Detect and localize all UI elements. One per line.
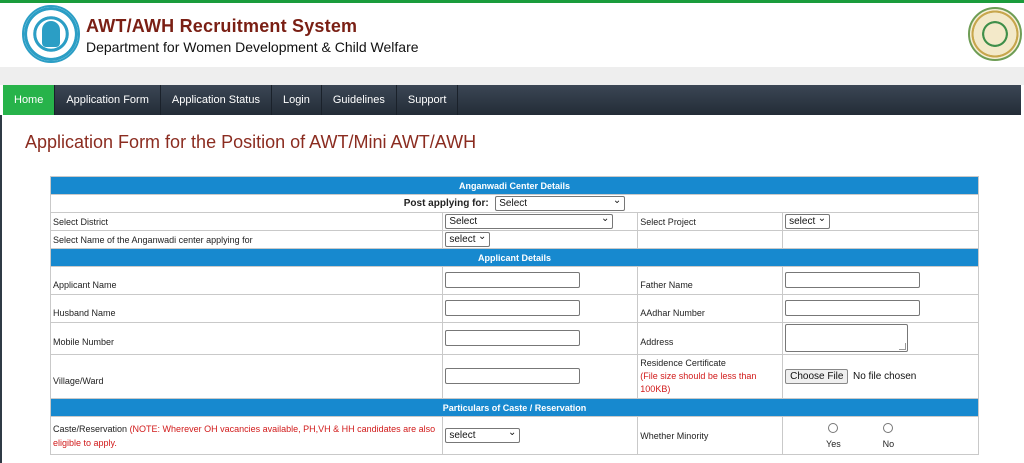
project-label: Select Project — [637, 212, 784, 231]
applicant-name-label: Applicant Name — [49, 266, 444, 295]
applicant-name-input[interactable] — [445, 271, 581, 288]
residence-label: Residence Certificate — [640, 358, 726, 368]
father-name-input[interactable] — [785, 271, 921, 288]
minority-no-radio[interactable] — [883, 422, 894, 433]
caste-select[interactable]: select — [445, 426, 521, 443]
district-select[interactable]: Select — [445, 212, 614, 229]
site-title: AWT/AWH Recruitment System — [86, 16, 358, 36]
government-emblem — [968, 7, 1022, 61]
mobile-input[interactable] — [445, 329, 581, 346]
father-name-label: Father Name — [637, 266, 784, 295]
post-row: Post applying for: Select — [50, 194, 979, 213]
aadhar-input[interactable] — [785, 299, 921, 316]
aadhar-label: AAdhar Number — [637, 294, 784, 323]
minority-no-label: No — [882, 438, 895, 449]
section-header-applicant: Applicant Details — [50, 248, 979, 267]
file-status: No file chosen — [852, 371, 917, 382]
department-logo — [22, 5, 80, 63]
minority-radio-group: Yes No — [805, 422, 915, 449]
address-label: Address — [637, 322, 784, 355]
choose-file-button[interactable]: Choose File — [785, 369, 849, 384]
nav-login[interactable]: Login — [272, 85, 322, 115]
nav-application-form[interactable]: Application Form — [55, 85, 161, 115]
minority-no-option[interactable]: No — [882, 422, 895, 449]
mobile-row: Mobile Number Address — [49, 322, 979, 355]
minority-yes-radio[interactable] — [828, 422, 839, 433]
nav-support[interactable]: Support — [397, 85, 459, 115]
village-label: Village/Ward — [49, 354, 444, 399]
husband-name-input[interactable] — [445, 299, 581, 316]
husband-name-label: Husband Name — [49, 294, 444, 323]
center-label: Select Name of the Anganwadi center appl… — [49, 230, 444, 249]
mobile-label: Mobile Number — [49, 322, 444, 355]
village-input[interactable] — [445, 367, 581, 384]
project-select[interactable]: select — [785, 212, 831, 229]
address-textarea[interactable] — [785, 323, 909, 352]
residence-note: (File size should be less than 100KB) — [640, 371, 757, 394]
nav-application-status[interactable]: Application Status — [161, 85, 272, 115]
nav-guidelines[interactable]: Guidelines — [322, 85, 397, 115]
village-row: Village/Ward Residence Certificate (File… — [49, 354, 979, 399]
post-label: Post applying for: — [403, 198, 489, 209]
caste-label: Caste/Reservation — [53, 423, 128, 434]
district-row: Select District Select Select Project se… — [49, 212, 979, 231]
site-header: AWT/AWH Recruitment System Department fo… — [0, 3, 1024, 67]
husband-row: Husband Name AAdhar Number — [49, 294, 979, 323]
name-row: Applicant Name Father Name — [49, 266, 979, 295]
left-edge — [0, 115, 2, 463]
nav-home[interactable]: Home — [3, 85, 56, 115]
header-band — [0, 67, 1024, 85]
center-select[interactable]: select — [445, 230, 491, 247]
post-select[interactable]: Select — [495, 194, 626, 211]
minority-label: Whether Minority — [637, 416, 784, 455]
section-header-caste: Particulars of Caste / Reservation — [50, 398, 979, 417]
center-row: Select Name of the Anganwadi center appl… — [49, 230, 979, 249]
caste-row: Caste/Reservation (NOTE: Wherever OH vac… — [49, 416, 979, 455]
main-nav: Home Application Form Application Status… — [3, 85, 1021, 115]
minority-yes-option[interactable]: Yes — [826, 422, 841, 449]
page-title: Application Form for the Position of AWT… — [25, 132, 477, 152]
minority-yes-label: Yes — [826, 438, 841, 449]
district-label: Select District — [49, 212, 444, 231]
section-header-anganwadi: Anganwadi Center Details — [50, 176, 979, 195]
application-form: Anganwadi Center Details Post applying f… — [49, 176, 979, 455]
site-subtitle: Department for Women Development & Child… — [86, 39, 419, 55]
